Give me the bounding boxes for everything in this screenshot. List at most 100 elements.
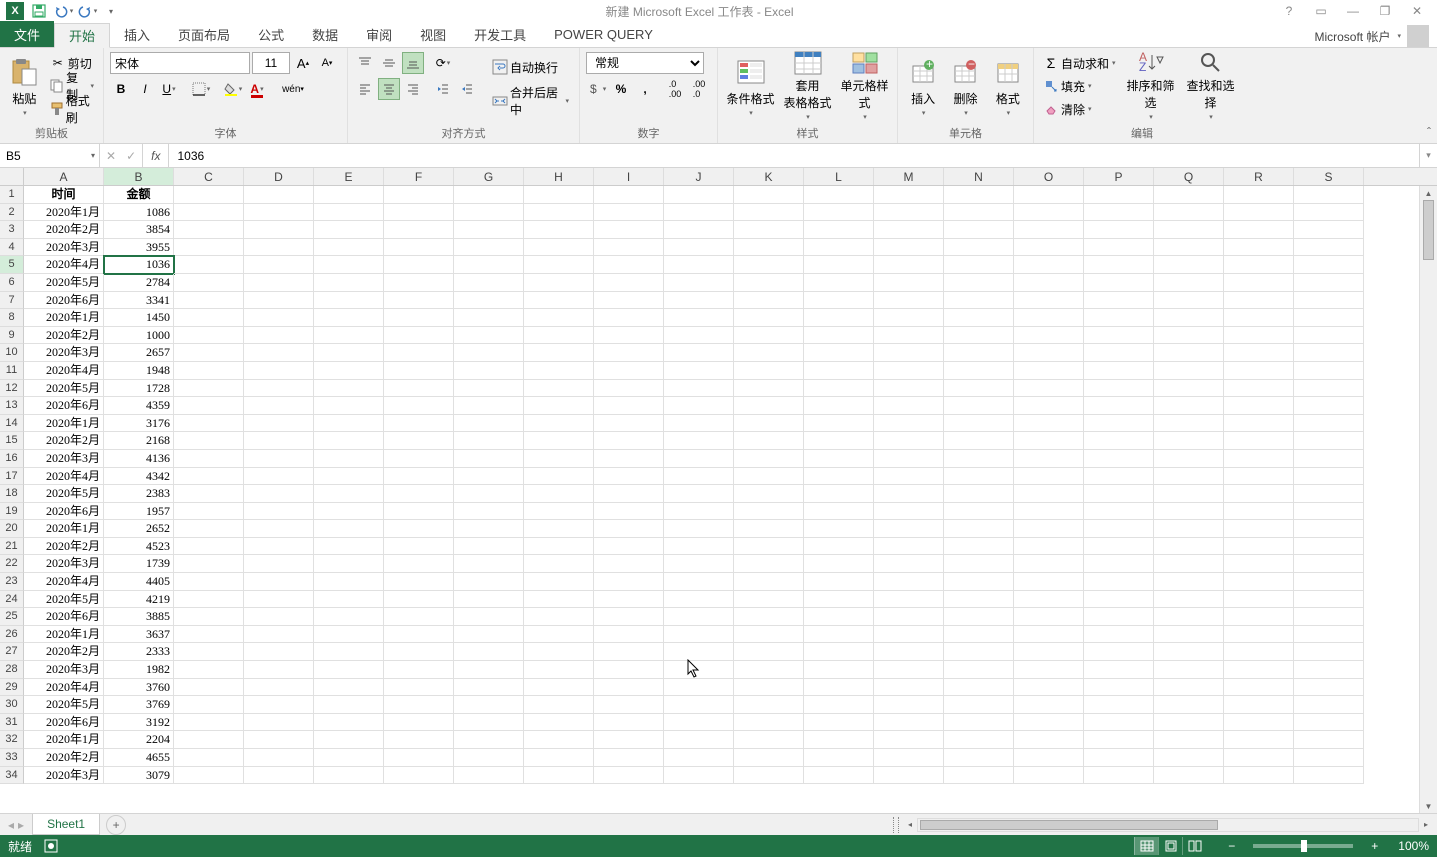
cell[interactable]: 2383 (104, 485, 174, 503)
cell[interactable] (1294, 767, 1364, 785)
cell[interactable] (314, 186, 384, 204)
align-bottom-button[interactable] (402, 52, 424, 74)
cell[interactable] (1084, 696, 1154, 714)
cell[interactable] (874, 661, 944, 679)
cell[interactable] (594, 450, 664, 468)
cell[interactable]: 3079 (104, 767, 174, 785)
cell[interactable]: 2020年6月 (24, 608, 104, 626)
column-header[interactable]: M (874, 168, 944, 185)
cell[interactable] (874, 749, 944, 767)
cell[interactable] (734, 520, 804, 538)
cell[interactable] (1294, 661, 1364, 679)
cell[interactable] (1084, 661, 1154, 679)
row-header[interactable]: 23 (0, 573, 24, 591)
cell[interactable] (1224, 468, 1294, 486)
cell[interactable] (1224, 696, 1294, 714)
cell[interactable] (1154, 749, 1224, 767)
scroll-up-icon[interactable]: ▲ (1420, 186, 1437, 200)
cell[interactable] (244, 696, 314, 714)
cell[interactable] (384, 591, 454, 609)
zoom-level[interactable]: 100% (1398, 839, 1429, 853)
cell[interactable] (664, 503, 734, 521)
increase-indent-button[interactable] (456, 78, 478, 100)
cell[interactable]: 4523 (104, 538, 174, 556)
cell[interactable] (454, 221, 524, 239)
cell[interactable] (384, 239, 454, 257)
cell[interactable]: 2020年1月 (24, 204, 104, 222)
cell[interactable] (1084, 679, 1154, 697)
cell[interactable] (1224, 221, 1294, 239)
cell[interactable] (314, 485, 384, 503)
cell[interactable] (314, 573, 384, 591)
cell[interactable]: 3854 (104, 221, 174, 239)
cell[interactable] (874, 731, 944, 749)
redo-button[interactable]: ▾ (76, 1, 98, 21)
italic-button[interactable]: I (134, 78, 156, 100)
cell[interactable]: 2020年1月 (24, 731, 104, 749)
cell[interactable] (874, 679, 944, 697)
zoom-slider[interactable] (1253, 844, 1353, 848)
cell[interactable] (664, 309, 734, 327)
cell[interactable] (1084, 327, 1154, 345)
font-size-select[interactable] (252, 52, 290, 74)
help-button[interactable]: ? (1277, 2, 1301, 20)
cell[interactable] (1014, 362, 1084, 380)
cell[interactable] (1224, 679, 1294, 697)
cell[interactable] (944, 626, 1014, 644)
cell[interactable] (1154, 256, 1224, 274)
cell[interactable] (454, 204, 524, 222)
save-button[interactable] (28, 1, 50, 21)
cell[interactable]: 3341 (104, 292, 174, 310)
cell[interactable] (244, 362, 314, 380)
cell[interactable] (804, 520, 874, 538)
cell[interactable]: 1086 (104, 204, 174, 222)
cell[interactable]: 2020年1月 (24, 626, 104, 644)
wrap-text-button[interactable]: 自动换行 (488, 52, 573, 82)
cell[interactable] (454, 731, 524, 749)
cell[interactable] (804, 661, 874, 679)
cell[interactable] (244, 415, 314, 433)
cell[interactable] (1154, 731, 1224, 749)
cell[interactable] (1084, 767, 1154, 785)
cell[interactable]: 3760 (104, 679, 174, 697)
cell[interactable] (1224, 485, 1294, 503)
cell[interactable] (734, 362, 804, 380)
cell[interactable]: 3955 (104, 239, 174, 257)
cell[interactable] (1294, 679, 1364, 697)
cell[interactable] (244, 555, 314, 573)
cell[interactable] (314, 714, 384, 732)
cell[interactable] (664, 485, 734, 503)
cell[interactable] (1084, 221, 1154, 239)
cell[interactable]: 2020年5月 (24, 274, 104, 292)
cell[interactable] (384, 204, 454, 222)
cell[interactable] (594, 731, 664, 749)
cell[interactable] (384, 397, 454, 415)
cell[interactable] (1224, 274, 1294, 292)
cell[interactable] (664, 344, 734, 362)
cell[interactable] (1014, 538, 1084, 556)
cell[interactable] (1014, 344, 1084, 362)
cell[interactable] (664, 661, 734, 679)
cell[interactable] (1294, 344, 1364, 362)
cell[interactable] (1294, 503, 1364, 521)
row-header[interactable]: 27 (0, 643, 24, 661)
cell[interactable] (1224, 380, 1294, 398)
cell[interactable] (594, 749, 664, 767)
cell[interactable] (734, 432, 804, 450)
cell[interactable] (804, 309, 874, 327)
clear-button[interactable]: 清除▾ (1040, 98, 1119, 120)
cell[interactable] (1294, 538, 1364, 556)
cell[interactable] (1014, 432, 1084, 450)
cell[interactable] (1224, 661, 1294, 679)
tab-power-query[interactable]: POWER QUERY (540, 22, 667, 47)
cell[interactable] (804, 327, 874, 345)
cell[interactable] (524, 186, 594, 204)
cell[interactable] (1084, 520, 1154, 538)
cell[interactable] (594, 309, 664, 327)
cell[interactable] (174, 661, 244, 679)
cell[interactable] (384, 415, 454, 433)
insert-function-button[interactable]: fx (143, 144, 169, 167)
cell[interactable] (524, 292, 594, 310)
cell[interactable] (1154, 591, 1224, 609)
cell[interactable] (1294, 714, 1364, 732)
